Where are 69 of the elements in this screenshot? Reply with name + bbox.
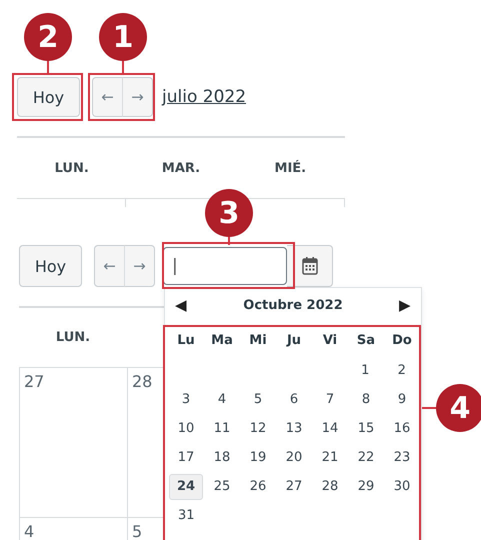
next-button[interactable]: → — [122, 77, 153, 117]
callout-badge: 3 — [205, 189, 253, 237]
weekday-label: Ju — [285, 332, 302, 348]
month-title-link[interactable]: julio 2022 — [162, 87, 246, 107]
calendar-day[interactable]: 20 — [277, 444, 311, 470]
day-number: 28 — [132, 372, 152, 391]
calendar-day[interactable]: 17 — [169, 444, 203, 470]
calendar-icon — [302, 257, 318, 275]
calendar-button[interactable] — [287, 245, 333, 287]
calendar-day[interactable]: 24 — [169, 474, 203, 500]
weekday-label: Do — [391, 332, 413, 348]
calendar-day[interactable]: 12 — [241, 416, 275, 442]
next-button[interactable]: → — [124, 245, 155, 287]
weekday-label: Sa — [356, 332, 376, 348]
weekday-header: MIÉ. — [274, 160, 308, 176]
calendar-day[interactable]: 9 — [385, 386, 419, 412]
calendar-day[interactable]: 14 — [313, 416, 347, 442]
weekday-header: MAR. — [160, 160, 202, 176]
leader-line — [47, 61, 49, 75]
calendar-day[interactable]: 8 — [349, 386, 383, 412]
calendar-day[interactable]: 22 — [349, 444, 383, 470]
calendar-day[interactable]: 3 — [169, 386, 203, 412]
today-button[interactable]: Hoy — [19, 245, 82, 287]
calendar-day[interactable]: 31 — [169, 502, 204, 528]
calendar-day[interactable]: 1 — [348, 358, 382, 384]
weekday-label: Mi — [248, 332, 268, 348]
calendar-day[interactable]: 18 — [205, 444, 239, 470]
calendar-day[interactable]: 27 — [277, 474, 311, 500]
previous-button[interactable]: ← — [92, 77, 123, 117]
day-cell[interactable]: 27 — [20, 367, 128, 517]
day-number: 4 — [24, 522, 34, 540]
calendar-day[interactable]: 23 — [385, 444, 419, 470]
previous-month-button[interactable]: ◀ — [175, 296, 187, 314]
calendar-day[interactable]: 7 — [313, 386, 347, 412]
weekday-header: LUN. — [54, 160, 90, 176]
calendar-day[interactable]: 15 — [349, 416, 383, 442]
day-number: 5 — [132, 522, 142, 540]
weekday-label: Ma — [210, 332, 234, 348]
highlight-frame — [12, 73, 83, 121]
month-title: Octubre 2022 — [243, 298, 343, 312]
next-month-button[interactable]: ▶ — [399, 296, 411, 314]
today-button[interactable]: Hoy — [17, 77, 80, 117]
calendar-day[interactable]: 11 — [205, 416, 239, 442]
weekday-label: Vi — [322, 332, 338, 348]
calendar-day[interactable]: 25 — [205, 474, 239, 500]
calendar-day[interactable]: 30 — [385, 474, 419, 500]
calendar-day[interactable]: 16 — [385, 416, 419, 442]
weekday-header: LUN. — [54, 330, 92, 345]
calendar-day[interactable]: 28 — [313, 474, 347, 500]
callout-badge: 2 — [24, 13, 72, 61]
calendar-day[interactable]: 19 — [241, 444, 275, 470]
calendar-day[interactable]: 29 — [349, 474, 383, 500]
calendar-day[interactable]: 2 — [384, 358, 419, 384]
leader-line — [422, 407, 438, 409]
day-number: 27 — [24, 372, 44, 391]
calendar-day[interactable]: 5 — [241, 386, 275, 412]
calendar-day[interactable]: 10 — [169, 416, 203, 442]
calendar-day[interactable]: 26 — [241, 474, 275, 500]
day-cell[interactable]: 4 — [20, 517, 128, 540]
previous-button[interactable]: ← — [94, 245, 125, 287]
calendar-day[interactable]: 4 — [205, 386, 239, 412]
weekday-label: Lu — [176, 332, 196, 348]
calendar-day[interactable]: 6 — [277, 386, 311, 412]
calendar-day[interactable]: 13 — [277, 416, 311, 442]
callout-badge: 1 — [99, 13, 147, 61]
highlight-frame — [88, 73, 155, 121]
calendar-day[interactable]: 21 — [313, 444, 347, 470]
callout-badge: 4 — [436, 384, 481, 432]
leader-line — [122, 61, 124, 75]
